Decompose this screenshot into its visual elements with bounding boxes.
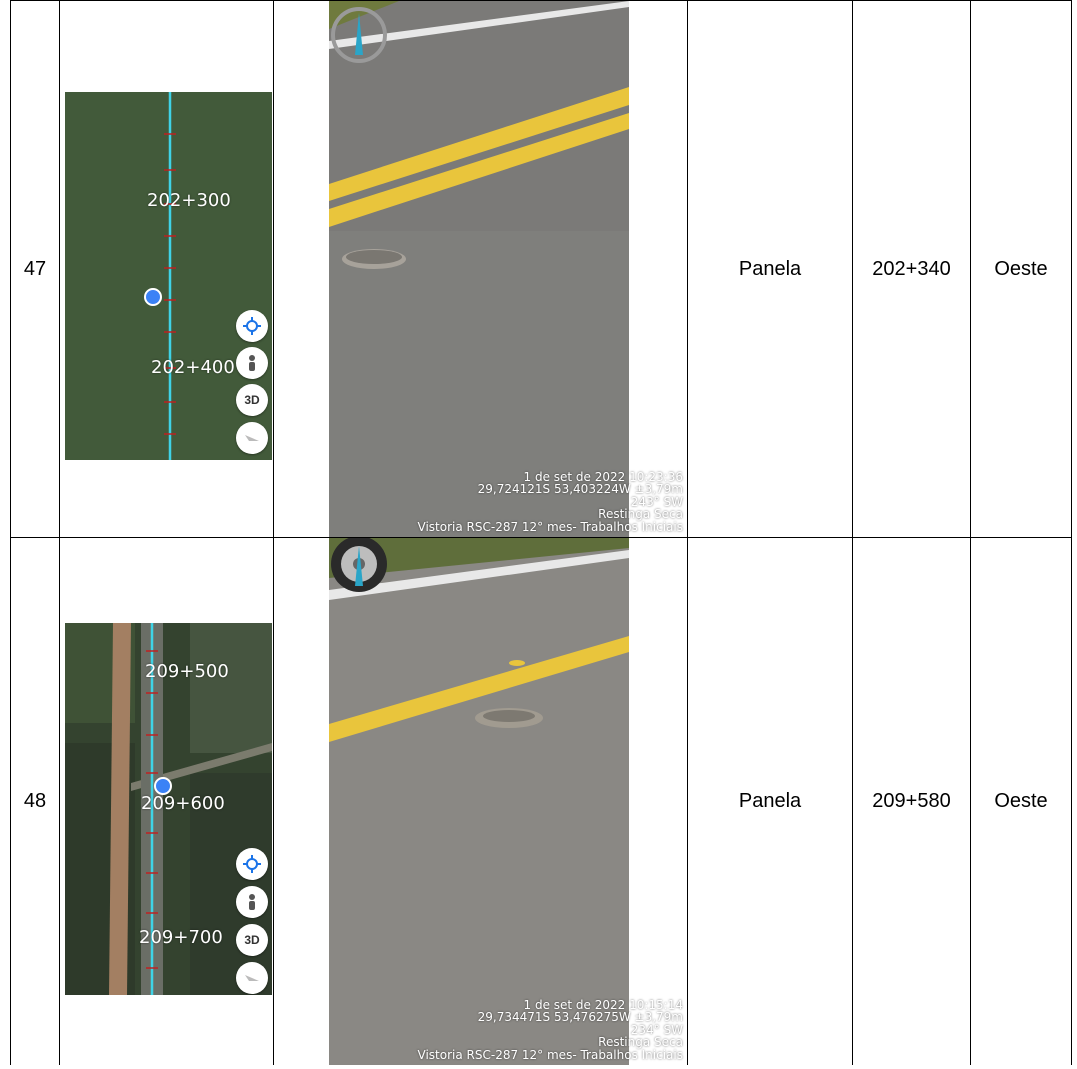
3d-button[interactable]: 3D [236,384,268,416]
km-label: 209+600 [141,793,225,814]
photo-cell: 1 de set de 2022 10:15:14 29,734471S 53,… [273,537,688,1065]
3d-button[interactable]: 3D [236,924,268,956]
km-label: 202+400 [151,357,235,378]
direction: Oeste [970,537,1072,1065]
road-photo [329,1,629,537]
direction: Oeste [970,0,1072,538]
pegman-icon[interactable] [236,347,268,379]
locate-icon[interactable] [236,848,268,880]
photo-timestamp: 1 de set de 2022 10:23:36 29,724121S 53,… [417,469,683,534]
photo-cell: 1 de set de 2022 10:23:36 29,724121S 53,… [273,0,688,538]
photo-timestamp: 1 de set de 2022 10:15:14 29,734471S 53,… [417,997,683,1062]
defect-type: Panela [687,0,853,538]
km-value: 209+580 [852,537,971,1065]
road-photo [329,538,629,1065]
km-value: 202+340 [852,0,971,538]
location-dot [154,777,172,795]
defect-type: Panela [687,537,853,1065]
compass-icon[interactable] [236,962,268,994]
km-label: 209+500 [145,661,229,682]
map-cell: 209+500 209+600 209+700 3D [59,537,274,1065]
map-image: 202+300 202+400 3D [65,92,272,460]
inspection-table: 47 202+300 202+400 3D 1 de set de 2022 1… [10,0,1072,1065]
table-row: 48 209+500 209+600 209+700 3D 1 de set d… [10,537,1072,1065]
table-row: 47 202+300 202+400 3D 1 de set de 2022 1… [10,0,1072,538]
locate-icon[interactable] [236,310,268,342]
map-image: 209+500 209+600 209+700 3D [65,623,272,995]
km-label: 202+300 [147,190,231,211]
row-number: 47 [10,0,60,538]
map-cell: 202+300 202+400 3D [59,0,274,538]
row-number: 48 [10,537,60,1065]
location-dot [144,288,162,306]
pegman-icon[interactable] [236,886,268,918]
km-label: 209+700 [139,927,223,948]
compass-icon[interactable] [236,422,268,454]
